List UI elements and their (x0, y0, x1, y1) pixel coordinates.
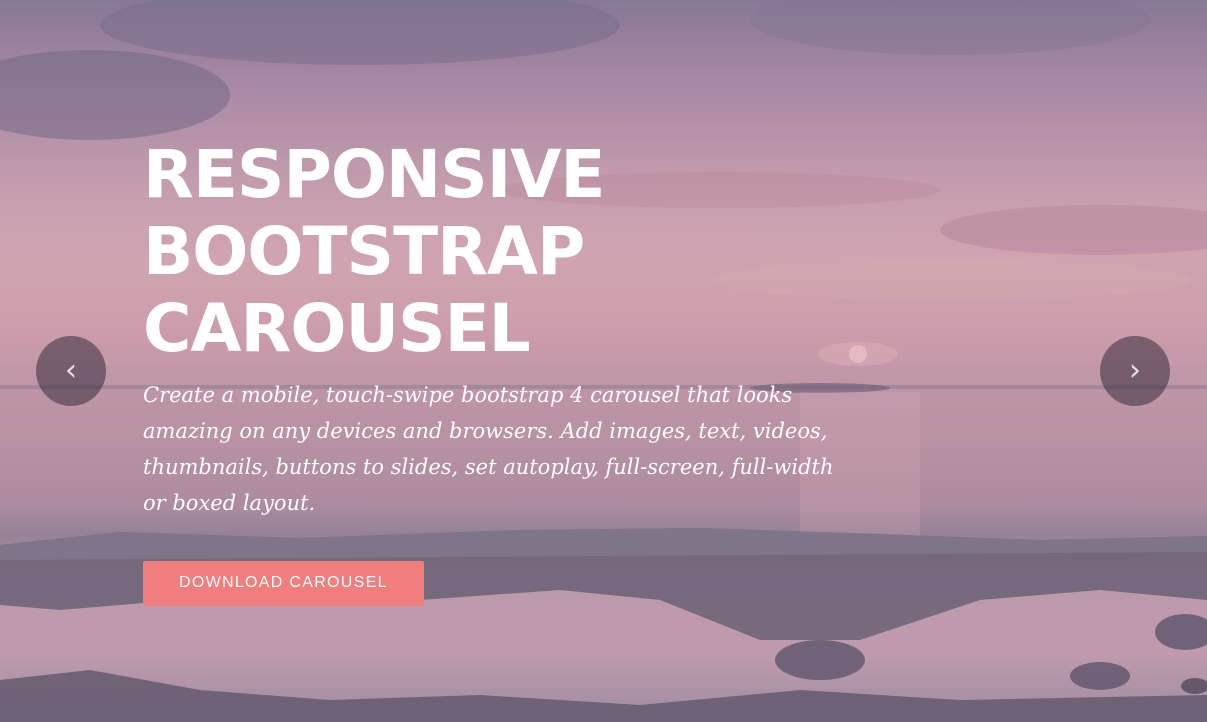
carousel-next-button[interactable]: › (1100, 336, 1170, 406)
carousel-slide: RESPONSIVE BOOTSTRAP CAROUSEL Create a m… (0, 0, 1207, 722)
slide-title: RESPONSIVE BOOTSTRAP CAROUSEL (143, 136, 605, 367)
chevron-left-icon: ‹ (65, 353, 77, 388)
download-carousel-button[interactable]: DOWNLOAD CAROUSEL (143, 561, 424, 606)
slide-description: Create a mobile, touch-swipe bootstrap 4… (143, 383, 834, 515)
slide-caption: RESPONSIVE BOOTSTRAP CAROUSEL Create a m… (143, 136, 863, 606)
carousel-prev-button[interactable]: ‹ (36, 336, 106, 406)
chevron-right-icon: › (1129, 353, 1141, 388)
